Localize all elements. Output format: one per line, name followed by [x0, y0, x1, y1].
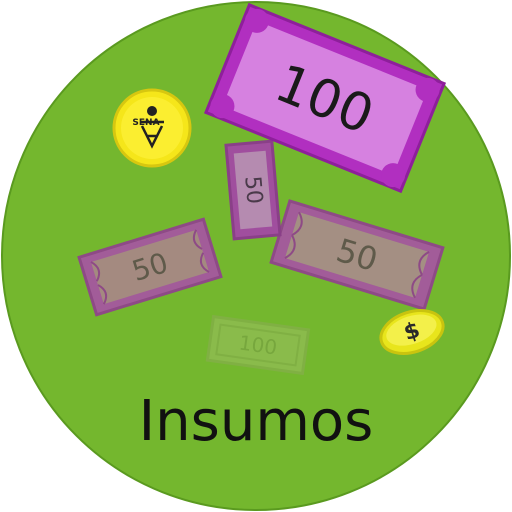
- bill-50-vertical: 50: [224, 139, 282, 241]
- insumos-badge: 100 50 50 50 100 SENA $ Insumos: [1, 1, 511, 511]
- badge-title: Insumos: [139, 389, 374, 454]
- sena-logo-coin: SENA: [112, 88, 192, 168]
- sena-logo-text: SENA: [132, 118, 159, 128]
- bill-denomination: 50: [239, 175, 266, 205]
